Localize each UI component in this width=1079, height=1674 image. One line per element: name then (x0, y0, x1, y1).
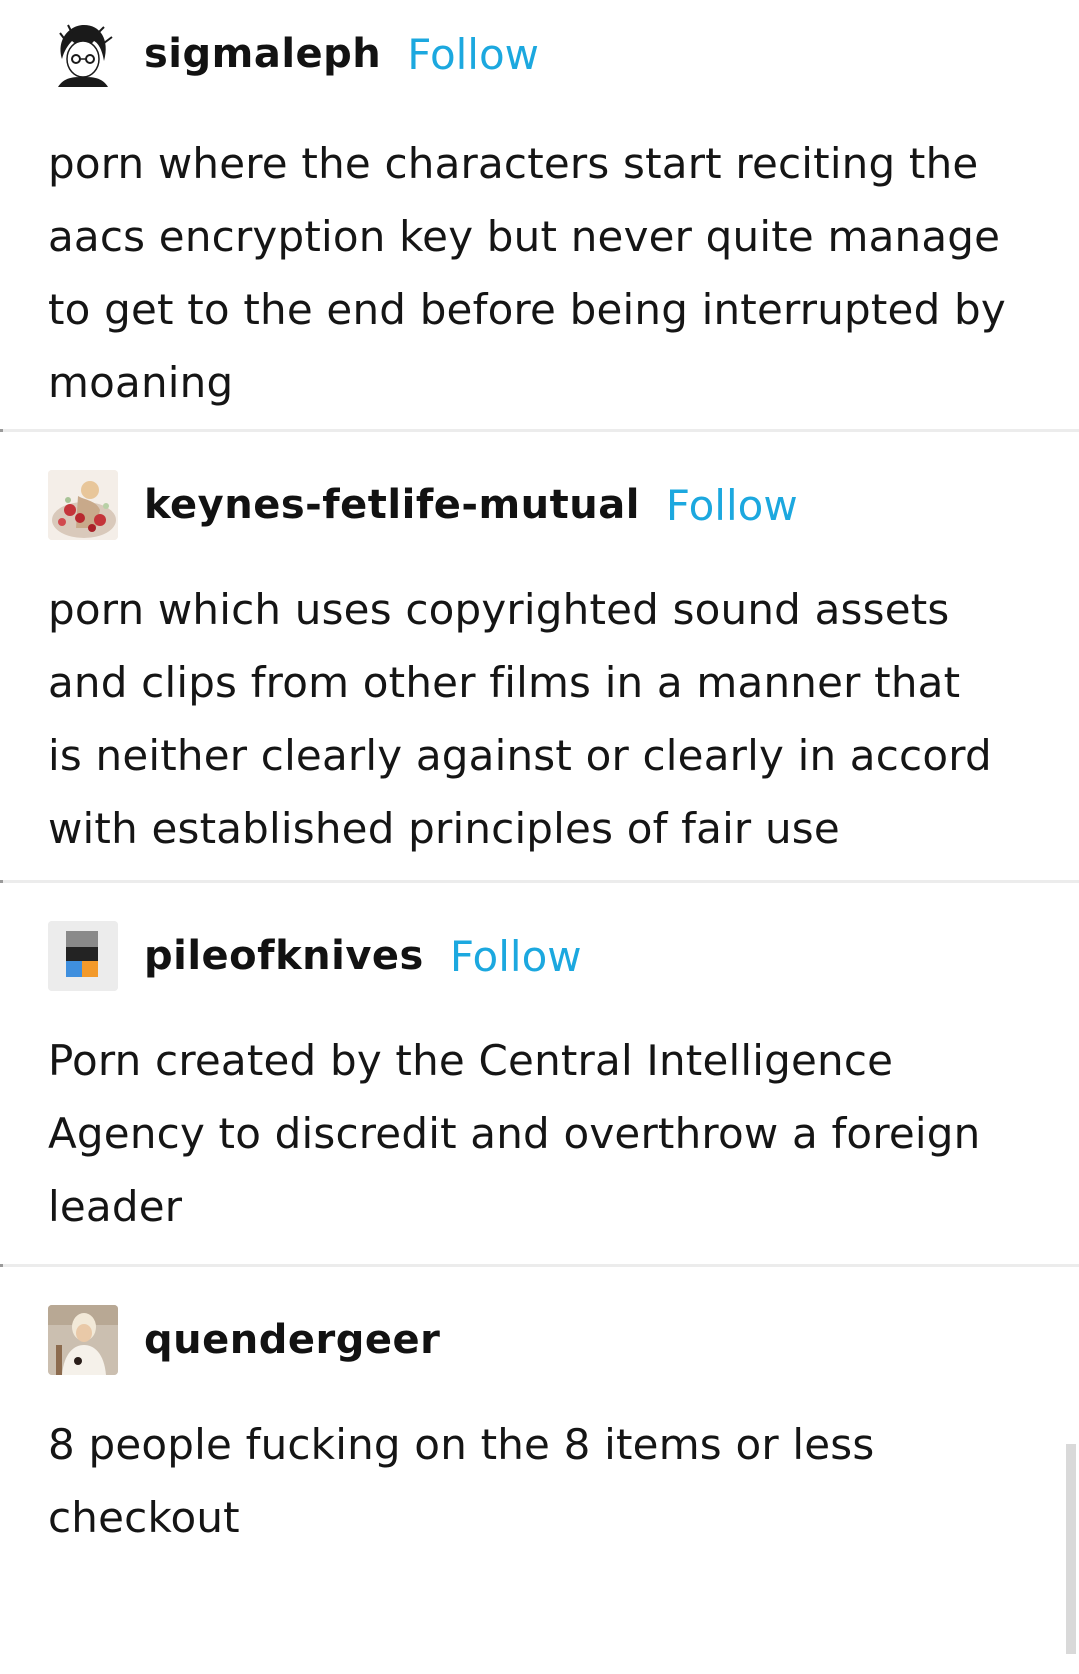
text-line: with established principles of fair use (48, 804, 840, 853)
text-line: aacs encryption key but never quite mana… (48, 212, 1001, 261)
post-header: keynes-fetlife-mutual Follow (48, 469, 1039, 541)
post-quendergeer: quendergeer 8 people fucking on the 8 it… (0, 1304, 1079, 1554)
username[interactable]: keynes-fetlife-mutual (144, 482, 640, 528)
post-text: porn where the characters start reciting… (48, 127, 1039, 419)
text-line: porn which uses copyrighted sound assets (48, 585, 950, 634)
divider (0, 1264, 1079, 1267)
text-line: to get to the end before being interrupt… (48, 285, 1006, 334)
scrollbar[interactable] (1066, 1444, 1076, 1654)
divider-tick (0, 1264, 3, 1267)
divider (0, 429, 1079, 432)
text-line: 8 people fucking on the 8 items or less (48, 1420, 875, 1469)
divider-tick (0, 429, 3, 432)
username[interactable]: quendergeer (144, 1317, 440, 1363)
follow-button[interactable]: Follow (666, 481, 798, 530)
post-pileofknives: pileofknives Follow Porn created by the … (0, 920, 1079, 1243)
username[interactable]: sigmaleph (144, 31, 381, 77)
post-header: pileofknives Follow (48, 920, 1039, 992)
text-line: Agency to discredit and overthrow a fore… (48, 1109, 981, 1158)
divider-tick (0, 880, 3, 883)
post-header: sigmaleph Follow (48, 18, 1039, 90)
post-text: Porn created by the Central Intelligence… (48, 1024, 1039, 1243)
post-text: 8 people fucking on the 8 items or less … (48, 1408, 1039, 1554)
figure-with-red-flowers-avatar-icon[interactable] (48, 470, 118, 540)
text-line: leader (48, 1182, 183, 1231)
text-line: is neither clearly against or clearly in… (48, 731, 992, 780)
username[interactable]: pileofknives (144, 933, 424, 979)
text-line: Porn created by the Central Intelligence (48, 1036, 894, 1085)
person-portrait-avatar-icon[interactable] (48, 1305, 118, 1375)
post-text: porn which uses copyrighted sound assets… (48, 573, 1039, 865)
pixel-blocks-avatar-icon[interactable] (48, 921, 118, 991)
post-header: quendergeer (48, 1304, 1039, 1376)
post-keynes-fetlife-mutual: keynes-fetlife-mutual Follow porn which … (0, 469, 1079, 865)
follow-button[interactable]: Follow (407, 30, 539, 79)
text-line: porn where the characters start reciting… (48, 139, 979, 188)
divider (0, 880, 1079, 883)
anime-sketch-avatar-icon[interactable] (48, 19, 118, 89)
post-sigmaleph: sigmaleph Follow porn where the characte… (0, 18, 1079, 419)
text-line: and clips from other films in a manner t… (48, 658, 961, 707)
text-line: checkout (48, 1493, 240, 1542)
text-line: moaning (48, 358, 234, 407)
follow-button[interactable]: Follow (450, 932, 582, 981)
